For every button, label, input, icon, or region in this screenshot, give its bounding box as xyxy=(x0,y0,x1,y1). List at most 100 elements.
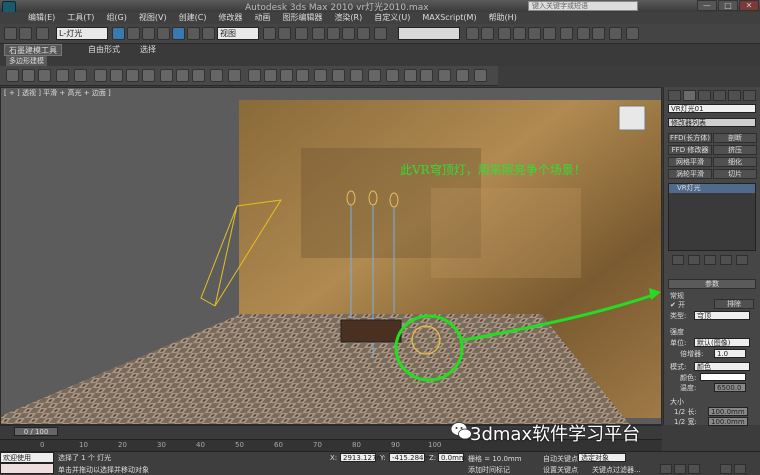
menu-help[interactable]: 帮助(H) xyxy=(489,12,517,24)
tab-freeform[interactable]: 自由形式 xyxy=(88,44,120,56)
search-input[interactable]: 键入关键字或短语 xyxy=(528,1,638,11)
pan-icon[interactable] xyxy=(734,464,746,474)
z-coord-field[interactable]: 0.0mm xyxy=(438,453,466,462)
pivot-icon[interactable] xyxy=(263,27,276,40)
ribbon-tool-icon[interactable] xyxy=(6,69,19,82)
curve-editor-icon[interactable] xyxy=(528,27,541,40)
multiplier-field[interactable]: 1.0 xyxy=(714,349,746,358)
ribbon-tool-icon[interactable] xyxy=(474,69,487,82)
menu-views[interactable]: 视图(V) xyxy=(139,12,167,24)
material-editor-icon[interactable] xyxy=(560,27,573,40)
rotate-icon[interactable] xyxy=(187,27,200,40)
ribbon-tool-icon[interactable] xyxy=(248,69,261,82)
ribbon-tool-icon[interactable] xyxy=(126,69,139,82)
select-by-name-icon[interactable] xyxy=(127,27,140,40)
ribbon-tool-icon[interactable] xyxy=(142,69,155,82)
rect-select-icon[interactable] xyxy=(142,27,155,40)
ribbon-tool-icon[interactable] xyxy=(38,69,51,82)
ribbon-tool-icon[interactable] xyxy=(176,69,189,82)
ribbon-tool-icon[interactable] xyxy=(264,69,277,82)
render-iterative-icon[interactable] xyxy=(626,27,639,40)
ribbon-tool-icon[interactable] xyxy=(210,69,223,82)
configure-sets-icon[interactable] xyxy=(736,255,748,265)
ribbon-tool-icon[interactable] xyxy=(22,69,35,82)
select-icon[interactable] xyxy=(112,27,125,40)
layer-manager-icon[interactable] xyxy=(498,27,511,40)
modifier-button[interactable]: 细化 xyxy=(713,157,757,167)
ribbon-tool-icon[interactable] xyxy=(368,69,381,82)
menu-animation[interactable]: 动画 xyxy=(254,12,270,24)
ribbon-tool-icon[interactable] xyxy=(74,69,87,82)
tab-graphite-modeling[interactable]: 石墨建模工具 xyxy=(4,44,62,56)
ribbon-tool-icon[interactable] xyxy=(420,69,433,82)
autokey-dropdown[interactable]: 选定对象 xyxy=(578,453,626,462)
menu-edit[interactable]: 编辑(E) xyxy=(28,12,55,24)
maximize-button[interactable]: □ xyxy=(718,0,738,11)
schematic-view-icon[interactable] xyxy=(543,27,556,40)
display-tab-icon[interactable] xyxy=(728,90,741,101)
minimize-button[interactable]: — xyxy=(697,0,717,11)
perspective-viewport[interactable] xyxy=(0,87,662,425)
modifier-button[interactable]: 网格平滑 xyxy=(668,157,712,167)
ribbon-tool-icon[interactable] xyxy=(228,69,241,82)
ribbon-tool-icon[interactable] xyxy=(386,69,399,82)
x-coord-field[interactable]: 2913.127m xyxy=(340,453,383,462)
modifier-button[interactable]: 挤压 xyxy=(713,145,757,155)
graphite-toggle-icon[interactable] xyxy=(513,27,526,40)
type-dropdown[interactable]: 穹顶 xyxy=(694,311,750,320)
viewport-label[interactable]: [ + ] 透视 ] 平滑 + 高光 + 边面 ] xyxy=(4,88,111,98)
move-icon[interactable] xyxy=(172,27,185,40)
snap-icon[interactable] xyxy=(312,27,325,40)
stack-item[interactable]: VR灯光 xyxy=(669,184,755,193)
manipulate-icon[interactable] xyxy=(278,27,291,40)
render-setup-icon[interactable] xyxy=(577,27,590,40)
ribbon-tool-icon[interactable] xyxy=(350,69,363,82)
mirror-icon[interactable] xyxy=(466,27,479,40)
modify-tab-icon[interactable] xyxy=(683,90,696,101)
create-tab-icon[interactable] xyxy=(668,90,681,101)
align-icon[interactable] xyxy=(481,27,494,40)
modifier-button[interactable]: 涡轮平滑 xyxy=(668,169,712,179)
ribbon-tool-icon[interactable] xyxy=(110,69,123,82)
redo-icon[interactable] xyxy=(19,27,32,40)
ribbon-tool-icon[interactable] xyxy=(160,69,173,82)
modifier-button[interactable]: 切片 xyxy=(713,169,757,179)
mode-dropdown[interactable]: 颜色 xyxy=(694,362,750,371)
ribbon-tool-icon[interactable] xyxy=(314,69,327,82)
menu-graph-editors[interactable]: 图形编辑器 xyxy=(282,12,322,24)
color-swatch[interactable] xyxy=(700,373,746,381)
units-dropdown[interactable]: 默认(图像) xyxy=(694,338,750,347)
play-icon[interactable] xyxy=(674,464,686,474)
ribbon-tool-icon[interactable] xyxy=(456,69,469,82)
pin-stack-icon[interactable] xyxy=(672,255,684,265)
modifier-button[interactable]: FFD(长方体) xyxy=(668,133,712,143)
link-icon[interactable] xyxy=(36,27,49,40)
object-name-field[interactable]: VR灯光01 xyxy=(668,104,756,113)
scale-icon[interactable] xyxy=(202,27,215,40)
half-width-field[interactable]: 100.0mm xyxy=(708,417,748,426)
ribbon-tool-icon[interactable] xyxy=(296,69,309,82)
keyboard-shortcut-icon[interactable] xyxy=(295,27,308,40)
modifier-button[interactable]: 剖断 xyxy=(713,133,757,143)
ribbon-tool-icon[interactable] xyxy=(438,69,451,82)
utilities-tab-icon[interactable] xyxy=(743,90,756,101)
menu-modifiers[interactable]: 修改器 xyxy=(218,12,242,24)
selection-filter-dropdown[interactable]: L-灯光 xyxy=(56,27,108,40)
reference-coord-dropdown[interactable]: 视图 xyxy=(217,27,259,40)
time-slider[interactable]: 0 / 100 xyxy=(14,427,58,436)
close-button[interactable]: ✕ xyxy=(739,0,759,11)
add-time-tag[interactable]: 添加时间标记 xyxy=(468,465,510,475)
half-length-field[interactable]: 100.0mm xyxy=(708,407,748,416)
render-production-icon[interactable] xyxy=(609,27,622,40)
edit-named-selection-icon[interactable] xyxy=(374,27,387,40)
menu-maxscript[interactable]: MAXScript(M) xyxy=(422,12,476,24)
autokey-label[interactable]: 自动关键点 xyxy=(543,454,578,464)
setkey-label[interactable]: 设置关键点 xyxy=(543,465,578,475)
spinner-snap-icon[interactable] xyxy=(357,27,370,40)
ribbon-tool-icon[interactable] xyxy=(404,69,417,82)
maxscript-listener[interactable]: 欢迎使用 MAXSc xyxy=(0,452,54,472)
percent-snap-icon[interactable] xyxy=(342,27,355,40)
named-selection-set-dropdown[interactable] xyxy=(398,27,460,40)
modifier-button[interactable]: FFD 修改器 xyxy=(668,145,712,155)
hierarchy-tab-icon[interactable] xyxy=(698,90,711,101)
